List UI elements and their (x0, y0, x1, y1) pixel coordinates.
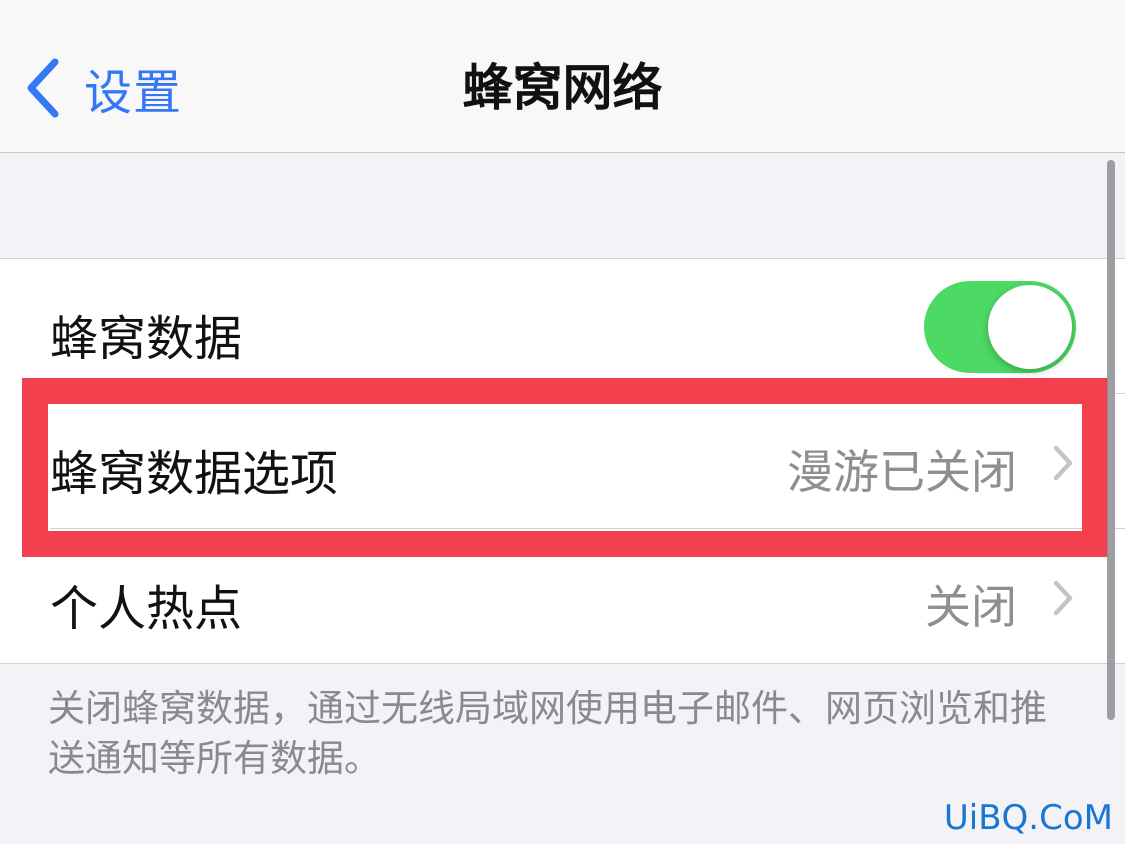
cellular-data-label: 蜂窝数据 (50, 311, 243, 367)
chevron-right-icon (1053, 445, 1073, 481)
personal-hotspot-row[interactable]: 个人热点 关闭 (0, 529, 1125, 663)
personal-hotspot-value: 关闭 (925, 580, 1017, 634)
page-title: 蜂窝网络 (462, 59, 663, 117)
cellular-data-row: 蜂窝数据 (0, 259, 1125, 393)
scrollbar[interactable] (1107, 160, 1115, 720)
cellular-data-options-label: 蜂窝数据选项 (50, 446, 339, 502)
personal-hotspot-label: 个人热点 (50, 581, 243, 637)
roaming-status-value: 漫游已关闭 (787, 445, 1017, 499)
cellular-data-options-row[interactable]: 蜂窝数据选项 漫游已关闭 (0, 394, 1125, 528)
watermark: UiBQ.CoM (943, 798, 1113, 838)
navigation-bar: 设置 蜂窝网络 (0, 0, 1125, 153)
chevron-right-icon (1053, 580, 1073, 616)
settings-group: 蜂窝数据 蜂窝数据选项 漫游已关闭 个人热点 关闭 (0, 258, 1125, 664)
footer-description: 关闭蜂窝数据，通过无线局域网使用电子邮件、网页浏览和推送通知等所有数据。 (48, 687, 1047, 780)
toggle-knob (988, 285, 1072, 369)
cellular-data-toggle[interactable] (924, 281, 1076, 373)
